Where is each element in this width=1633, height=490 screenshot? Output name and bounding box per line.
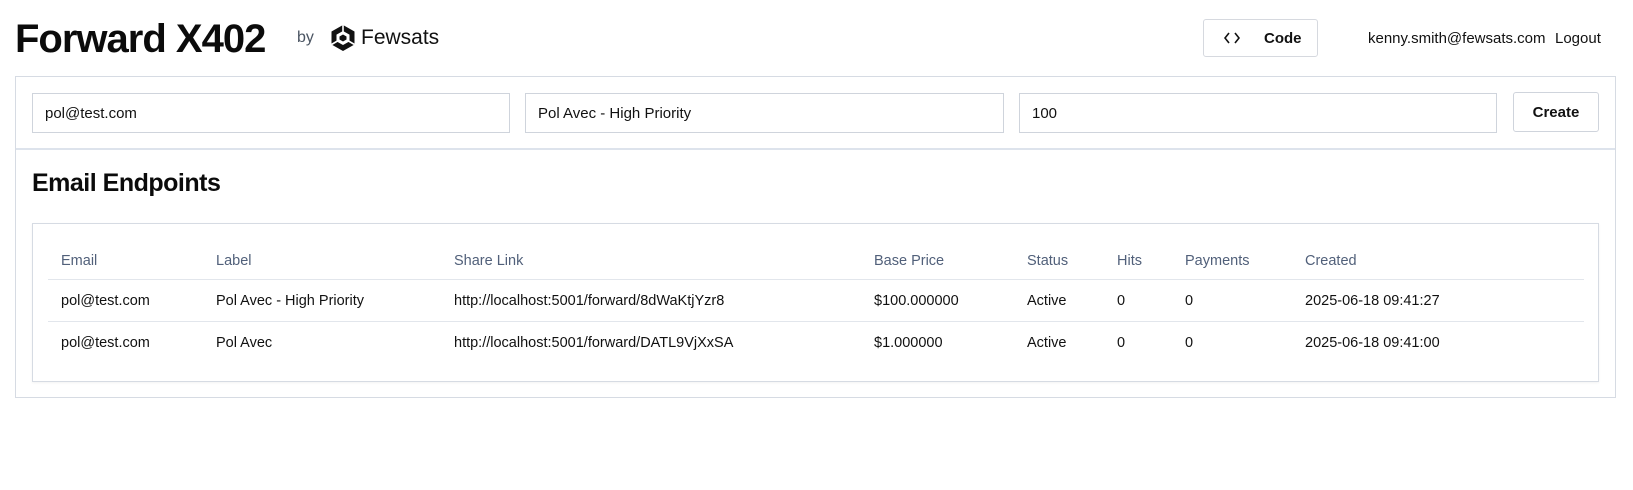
column-header-email: Email [48,242,203,280]
column-header-created: Created [1292,242,1584,280]
label-input[interactable] [525,93,1004,133]
column-header-share-link: Share Link [441,242,861,280]
price-input[interactable] [1019,93,1497,133]
app-header: Forward X402 by Fewsats Code kenny.smith… [0,0,1633,76]
cell-email: pol@test.com [61,334,150,351]
email-input[interactable] [32,93,510,133]
endpoints-table-card: Email Label Share Link Base Price Status… [32,223,1599,382]
table-row: pol@test.com Pol Avec - High Priority ht… [48,279,1584,322]
cell-hits: 0 [1104,279,1172,322]
fewsats-logo-icon [331,25,355,51]
app-title: Forward X402 [15,17,266,61]
user-email: kenny.smith@fewsats.com [1368,30,1546,47]
brand-name: Fewsats [361,26,440,49]
column-header-status: Status [1014,242,1104,280]
column-header-hits: Hits [1104,242,1172,280]
cell-created: 2025-06-18 09:41:27 [1292,279,1584,322]
endpoints-table: Email Label Share Link Base Price Status… [48,242,1584,363]
table-row: pol@test.com Pol Avec http://localhost:5… [48,322,1584,364]
cell-base-price: $1.000000 [874,334,943,351]
create-endpoint-form: Create [16,77,1615,150]
column-header-label: Label [203,242,441,280]
code-button-label: Code [1264,30,1302,47]
cell-share-link[interactable]: http://localhost:5001/forward/8dWaKtjYzr… [441,279,861,322]
section-title: Email Endpoints [32,169,221,197]
main-panel: Create Email Endpoints Email Label Share… [15,76,1616,398]
cell-status: Active [1014,279,1104,322]
cell-label: Pol Avec [216,334,273,351]
code-brackets-icon [1224,32,1240,44]
cell-share-link[interactable]: http://localhost:5001/forward/DATL9VjXxS… [441,322,861,364]
cell-payments: 0 [1172,279,1292,322]
cell-hits: 0 [1117,334,1126,351]
cell-status: Active [1027,334,1067,351]
column-header-base-price: Base Price [861,242,1014,280]
cell-base-price: $100.000000 [861,279,1014,322]
by-label: by [297,29,314,46]
table-header-row: Email Label Share Link Base Price Status… [48,242,1584,280]
brand[interactable]: Fewsats [330,24,439,52]
column-header-payments: Payments [1172,242,1292,280]
code-button[interactable]: Code [1203,19,1318,57]
logout-link[interactable]: Logout [1555,30,1601,47]
cell-email: pol@test.com [48,279,203,322]
cell-label: Pol Avec - High Priority [203,279,441,322]
create-button[interactable]: Create [1513,92,1599,132]
cell-created: 2025-06-18 09:41:00 [1305,334,1440,351]
cell-payments: 0 [1185,334,1194,351]
